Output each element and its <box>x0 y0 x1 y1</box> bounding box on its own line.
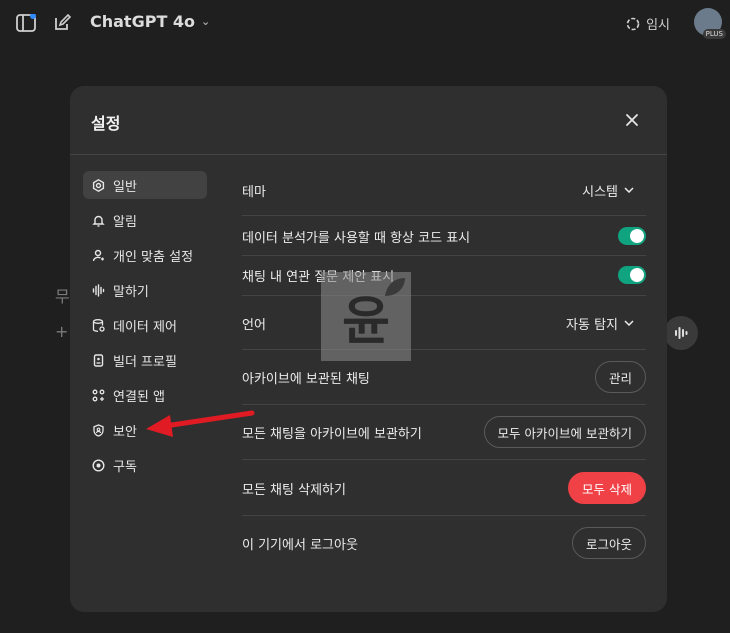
setting-row-archive-all: 모든 채팅을 아카이브에 보관하기 모두 아카이브에 보관하기 <box>242 415 646 449</box>
temporary-chat-button[interactable]: 임시 <box>626 14 670 33</box>
nav-item-personalization[interactable]: 개인 맞춤 설정 <box>83 241 207 269</box>
model-name: ChatGPT 4o <box>90 12 196 31</box>
row-divider <box>242 215 646 216</box>
bell-icon <box>91 213 105 227</box>
archive-all-button[interactable]: 모두 아카이브에 보관하기 <box>483 416 646 448</box>
chevron-down-icon <box>624 187 634 193</box>
background-text-fragment: 무 <box>55 287 70 306</box>
setting-row-logout: 이 기기에서 로그아웃 로그아웃 <box>242 526 646 560</box>
theme-select[interactable]: 시스템 <box>582 181 634 200</box>
chevron-down-icon: ⌄ <box>201 15 211 28</box>
dialog-title: 설정 <box>91 114 121 133</box>
manage-archived-button[interactable]: 관리 <box>594 361 646 393</box>
setting-label: 테마 <box>242 184 266 200</box>
setting-row-archived-chats: 아카이브에 보관된 채팅 관리 <box>242 360 646 394</box>
voice-mode-button[interactable] <box>664 316 698 350</box>
watermark-logo: 윤 <box>321 272 411 361</box>
close-button[interactable] <box>620 108 644 132</box>
row-divider <box>242 295 646 296</box>
chevron-down-icon <box>624 320 634 326</box>
setting-label: 모든 채팅을 아카이브에 보관하기 <box>242 426 422 442</box>
select-value: 시스템 <box>582 184 618 200</box>
subscription-icon <box>91 458 105 472</box>
apps-grid-icon <box>91 388 105 402</box>
nav-item-subscription[interactable]: 구독 <box>83 451 207 479</box>
setting-row-theme: 테마 시스템 <box>242 174 646 206</box>
dashed-circle-icon <box>626 17 640 30</box>
show-code-toggle[interactable] <box>618 227 646 245</box>
temporary-label: 임시 <box>646 18 670 33</box>
avatar[interactable]: PLUS <box>694 8 726 39</box>
setting-label: 아카이브에 보관된 채팅 <box>242 371 370 387</box>
background-plus-icon: + <box>55 322 69 341</box>
logout-button[interactable]: 로그아웃 <box>571 527 646 559</box>
nav-item-label: 연결된 앱 <box>113 389 165 405</box>
row-divider <box>242 255 646 256</box>
nav-item-label: 개인 맞춤 설정 <box>113 249 194 265</box>
delete-all-button[interactable]: 모두 삭제 <box>568 472 646 504</box>
nav-item-general[interactable]: 일반 <box>83 171 207 199</box>
setting-label: 데이터 분석가를 사용할 때 항상 코드 표시 <box>242 230 471 246</box>
waveform-icon <box>675 327 688 339</box>
row-divider <box>242 349 646 350</box>
setting-row-language: 언어 자동 탐지 <box>242 306 646 340</box>
nav-item-speech[interactable]: 말하기 <box>83 276 207 304</box>
nav-item-label: 데이터 제어 <box>113 319 177 335</box>
new-chat-icon[interactable] <box>51 12 73 34</box>
setting-row-show-code: 데이터 분석가를 사용할 때 항상 코드 표시 <box>242 222 646 250</box>
nav-item-label: 구독 <box>113 459 137 475</box>
language-select[interactable]: 자동 탐지 <box>566 314 634 333</box>
sidebar-toggle-icon[interactable] <box>15 12 37 34</box>
setting-label: 모든 채팅 삭제하기 <box>242 482 346 498</box>
id-card-icon <box>91 353 105 367</box>
top-bar: ChatGPT 4o ⌄ 임시 PLUS <box>0 0 730 48</box>
suggestions-toggle[interactable] <box>618 266 646 284</box>
nav-item-label: 말하기 <box>113 284 149 300</box>
waveform-icon <box>91 283 105 297</box>
plan-badge: PLUS <box>702 29 726 39</box>
setting-row-delete-all: 모든 채팅 삭제하기 모두 삭제 <box>242 471 646 505</box>
person-sparkle-icon <box>91 248 105 262</box>
setting-label: 이 기기에서 로그아웃 <box>242 537 358 553</box>
header-divider <box>70 154 667 155</box>
toggle-knob <box>630 268 644 282</box>
nav-item-connected-apps[interactable]: 연결된 앱 <box>83 381 207 409</box>
toggle-knob <box>630 229 644 243</box>
nav-item-security[interactable]: 보안 <box>83 416 207 444</box>
leaf-icon <box>385 278 405 296</box>
nav-item-builder-profile[interactable]: 빌더 프로필 <box>83 346 207 374</box>
model-selector[interactable]: ChatGPT 4o ⌄ <box>90 12 210 31</box>
nav-item-label: 일반 <box>113 179 137 195</box>
setting-label: 언어 <box>242 317 266 333</box>
gear-icon <box>91 178 105 192</box>
nav-item-label: 빌더 프로필 <box>113 354 177 370</box>
database-icon <box>91 318 105 332</box>
nav-item-data-controls[interactable]: 데이터 제어 <box>83 311 207 339</box>
nav-item-label: 알림 <box>113 214 137 230</box>
nav-item-notifications[interactable]: 알림 <box>83 206 207 234</box>
close-icon <box>626 114 638 126</box>
shield-icon <box>91 423 105 437</box>
select-value: 자동 탐지 <box>566 317 618 333</box>
setting-row-suggestions: 채팅 내 연관 질문 제안 표시 <box>242 261 646 289</box>
row-divider <box>242 404 646 405</box>
row-divider <box>242 515 646 516</box>
nav-item-label: 보안 <box>113 424 137 440</box>
row-divider <box>242 459 646 460</box>
